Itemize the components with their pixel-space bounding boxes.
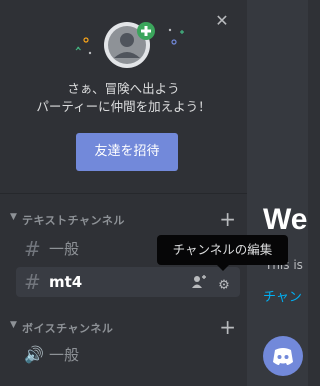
tooltip-edit-channel: チャンネルの編集 bbox=[157, 235, 288, 271]
add-member-icon[interactable] bbox=[191, 275, 207, 291]
chat-link[interactable]: チャン bbox=[263, 286, 302, 305]
chevron-down-icon: ▼ bbox=[10, 320, 17, 330]
welcome-line-1: さぁ、冒険へ出よう bbox=[67, 81, 180, 96]
speaker-icon: 🔊 bbox=[24, 345, 44, 364]
category-label: テキストチャンネル bbox=[22, 214, 125, 227]
channel-name: 一般 bbox=[49, 240, 80, 258]
welcome-line-2: パーティーに仲間を加えよう！ bbox=[36, 99, 211, 114]
chevron-down-icon: ▼ bbox=[10, 212, 17, 222]
plus-icon[interactable]: + bbox=[219, 315, 236, 339]
channel-general-voice[interactable]: 🔊 一般 bbox=[16, 340, 240, 370]
channel-mt4[interactable]: # mt4 ⚙ bbox=[16, 267, 240, 297]
plus-icon[interactable]: + bbox=[219, 207, 236, 231]
close-icon[interactable]: ✕ bbox=[213, 12, 231, 30]
channel-sidebar: ✕ さぁ、冒険へ出よう パーティーに仲間を加えよう！ 友達を招待 ▼ テキストチ… bbox=[0, 0, 247, 386]
category-label: ボイスチャンネル bbox=[22, 322, 114, 335]
invite-friends-button[interactable]: 友達を招待 bbox=[76, 133, 178, 171]
channel-name: mt4 bbox=[49, 273, 83, 291]
hash-icon: # bbox=[24, 270, 41, 294]
category-voice-channels[interactable]: ▼ ボイスチャンネル + bbox=[8, 315, 238, 339]
channel-actions: ⚙ bbox=[187, 274, 232, 294]
discord-logo-icon[interactable] bbox=[263, 336, 303, 376]
hash-icon: # bbox=[24, 237, 41, 261]
divider bbox=[0, 193, 247, 194]
channel-name: 一般 bbox=[49, 346, 80, 364]
welcome-illustration bbox=[75, 22, 184, 68]
chat-area: We This is チャン bbox=[247, 0, 308, 386]
chat-welcome-title: We bbox=[263, 203, 308, 236]
welcome-message: さぁ、冒険へ出よう パーティーに仲間を加えよう！ bbox=[0, 80, 247, 116]
gear-icon[interactable]: ⚙ bbox=[216, 278, 232, 294]
category-text-channels[interactable]: ▼ テキストチャンネル + bbox=[8, 207, 238, 231]
